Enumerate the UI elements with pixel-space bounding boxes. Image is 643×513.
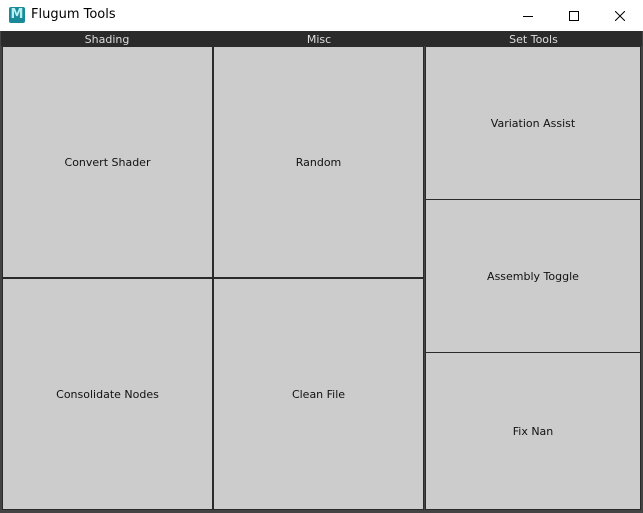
window-title: Flugum Tools [31, 7, 116, 22]
shading-header: Shading [1, 31, 213, 46]
title-bar[interactable]: M Flugum Tools [0, 0, 643, 31]
shading-column: Shading Convert Shader Consolidate Nodes [1, 31, 213, 512]
assembly-toggle-button[interactable]: Assembly Toggle [425, 199, 641, 353]
tool-panel: Shading Convert Shader Consolidate Nodes… [1, 31, 642, 512]
misc-column: Misc Random Clean File [213, 31, 425, 512]
minimize-button[interactable] [505, 0, 551, 31]
consolidate-nodes-button[interactable]: Consolidate Nodes [2, 278, 213, 510]
flugum-tools-window: M Flugum Tools Shading Convert Shader Co… [0, 0, 643, 513]
close-icon [615, 10, 625, 21]
fix-nan-button[interactable]: Fix Nan [425, 352, 641, 510]
maximize-icon [569, 10, 579, 21]
variation-assist-button[interactable]: Variation Assist [425, 46, 641, 200]
close-button[interactable] [597, 0, 643, 31]
clean-file-button[interactable]: Clean File [213, 278, 424, 510]
convert-shader-button[interactable]: Convert Shader [2, 46, 213, 278]
misc-header: Misc [213, 31, 425, 46]
minimize-icon [523, 15, 533, 17]
set-tools-column: Set Tools Variation Assist Assembly Togg… [425, 31, 642, 512]
maximize-button[interactable] [551, 0, 597, 31]
app-icon-letter: M [10, 7, 24, 22]
random-button[interactable]: Random [213, 46, 424, 278]
maya-m-icon: M [9, 7, 25, 23]
set-tools-header: Set Tools [425, 31, 642, 46]
